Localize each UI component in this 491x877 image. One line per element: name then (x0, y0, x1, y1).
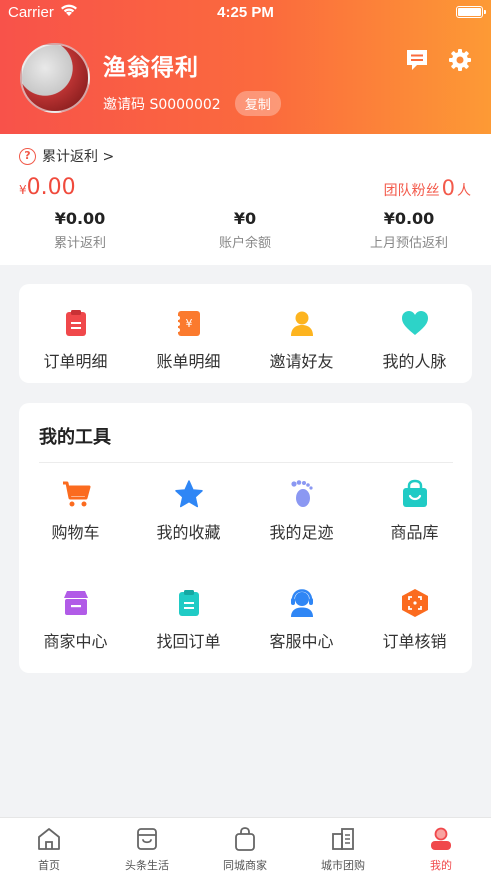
invite-code-row: 邀请码 S0000002 复制 (103, 91, 281, 116)
scan-icon (401, 589, 428, 617)
customer-service-icon (290, 589, 313, 617)
profile-header: Carrier 4:25 PM 渔翁得利 邀请码 S0000002 复制 (0, 0, 491, 134)
footprint-icon (290, 480, 313, 507)
star-icon (174, 480, 203, 508)
quick-link-order-detail[interactable]: 订单明细 (19, 308, 132, 372)
quick-link-bill-detail[interactable]: ¥ 账单明细 (132, 308, 245, 372)
tool-favorites[interactable]: 我的收藏 (132, 479, 245, 543)
tool-merchant-center[interactable]: 商家中心 (19, 588, 132, 652)
total-rebate: ¥0.00 (19, 175, 76, 200)
team-fans: 团队粉丝 0 人 (383, 176, 471, 200)
invite-friend-icon (290, 311, 313, 336)
tab-city-group-buy[interactable]: 城市团购 (294, 818, 392, 877)
tools-card: 我的工具 购物车 我的收藏 我的足迹 商品库 商家中心 找回订单 客服中心 订单… (19, 403, 472, 673)
tool-product-library[interactable]: 商品库 (358, 479, 471, 543)
clock: 4:25 PM (217, 4, 274, 21)
tab-mine[interactable]: 我的 (392, 818, 490, 877)
cart-icon (62, 481, 90, 507)
stat-last-month: ¥0.00 上月预估返利 (369, 209, 448, 251)
quick-links-card: 订单明细 ¥ 账单明细 邀请好友 我的人脉 (19, 284, 472, 383)
tool-cart[interactable]: 购物车 (19, 479, 132, 543)
tool-footprint[interactable]: 我的足迹 (245, 479, 358, 543)
divider (39, 462, 453, 463)
status-bar: Carrier 4:25 PM (0, 0, 491, 26)
invite-code: 邀请码 S0000002 (103, 96, 221, 113)
tool-customer-service[interactable]: 客服中心 (245, 588, 358, 652)
message-icon[interactable] (404, 47, 430, 73)
copy-button[interactable]: 复制 (234, 91, 281, 116)
building-icon (332, 828, 354, 850)
stat-cumulative: ¥0.00 累计返利 (53, 209, 106, 251)
bill-detail-icon: ¥ (175, 311, 200, 336)
svg-text:¥: ¥ (185, 317, 192, 330)
shop-icon (137, 828, 157, 850)
question-icon: ? (19, 147, 36, 165)
shopping-bag-icon (235, 827, 255, 851)
tab-home[interactable]: 首页 (0, 818, 98, 877)
stat-balance: ¥0 账户余额 (218, 209, 271, 251)
quick-link-invite[interactable]: 邀请好友 (245, 308, 358, 372)
battery-icon (456, 6, 486, 18)
profile-icon (431, 827, 451, 850)
tool-retrieve-order[interactable]: 找回订单 (132, 588, 245, 652)
avatar[interactable] (20, 43, 90, 113)
settings-icon[interactable] (447, 47, 473, 73)
store-icon (63, 591, 88, 615)
tab-headline-life[interactable]: 头条生活 (98, 818, 196, 877)
bag-icon (402, 479, 427, 507)
tool-order-writeoff[interactable]: 订单核销 (358, 588, 471, 652)
retrieve-order-icon (178, 590, 199, 616)
cumulative-rebate-link[interactable]: ? 累计返利 > (19, 146, 114, 166)
tools-title: 我的工具 (39, 427, 111, 448)
heart-icon (401, 311, 428, 335)
quick-link-connections[interactable]: 我的人脉 (358, 308, 471, 372)
nickname: 渔翁得利 (103, 55, 199, 81)
tab-local-merchants[interactable]: 同城商家 (196, 818, 294, 877)
rebate-panel: ? 累计返利 > ¥0.00 团队粉丝 0 人 ¥0.00 累计返利 ¥0 账户余额… (0, 134, 491, 265)
order-detail-icon (65, 310, 86, 336)
home-icon (38, 828, 60, 850)
tab-bar: 首页 头条生活 同城商家 城市团购 我的 (0, 817, 491, 877)
